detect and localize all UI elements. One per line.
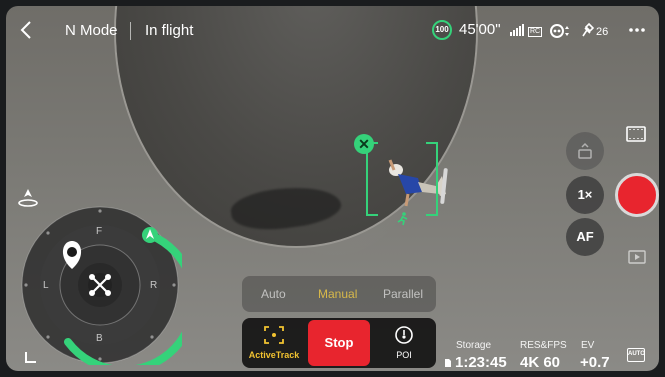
resfps-label: RES&FPS [520,340,567,351]
camera-auto-icon[interactable]: AUTO [627,348,645,362]
top-status-bar: N Mode In flight 100 45'00" RC 26 [0,6,665,56]
focus-bracket-icon [264,326,284,344]
film-icon[interactable] [626,126,646,142]
gimbal-button[interactable] [566,132,604,170]
compass-front-label: F [96,226,103,237]
action-bar: ActiveTrack Stop POI [242,318,436,368]
mode-parallel[interactable]: Parallel [383,287,423,301]
rc-label: RC [528,27,543,37]
poi-button[interactable]: POI [372,318,436,368]
battery-indicator[interactable]: 100 [432,20,452,40]
back-icon[interactable] [20,20,32,40]
ev-value[interactable]: +0.7 [580,354,610,371]
activetrack-box[interactable] [366,142,438,216]
activetrack-button[interactable]: ActiveTrack [242,318,306,368]
takeoff-icon[interactable] [17,185,39,207]
stop-button[interactable]: Stop [308,320,370,366]
storage-label: Storage [456,340,492,351]
corner-icon[interactable] [24,350,38,364]
record-button[interactable] [615,173,659,217]
gimbal-icon [578,142,592,159]
satellite-icon [582,22,595,37]
track-mode-selector: Auto Manual Parallel [242,276,436,312]
flight-status-label: In flight [145,22,194,39]
drone-icon [88,273,112,297]
mode-manual[interactable]: Manual [318,287,357,301]
runner-icon [397,212,408,226]
compass-right-label: R [150,280,158,291]
activetrack-label: ActiveTrack [248,350,300,360]
mode-auto[interactable]: Auto [261,287,286,301]
storage-value: 1:23:45 [455,354,507,371]
poi-icon [395,326,413,344]
divider [130,22,131,40]
zoom-button[interactable]: 1× [566,176,604,214]
resfps-value[interactable]: 4K 60 [520,354,560,371]
sd-card-icon [445,359,451,367]
satellite-count: 26 [596,26,609,38]
vision-icon[interactable] [549,23,573,39]
flight-mode-label[interactable]: N Mode [65,22,118,39]
more-icon[interactable] [629,28,645,32]
play-icon[interactable] [628,250,646,264]
flight-time: 45'00" [459,21,501,38]
camera-auto-label: AUTO [628,351,645,357]
poi-label: POI [396,350,412,360]
track-close-button[interactable]: ✕ [354,134,374,154]
focus-button[interactable]: AF [566,218,604,256]
compass-left-label: L [43,280,49,291]
ev-label: EV [581,340,595,351]
compass-back-label: B [96,333,103,344]
signal-icon [510,24,524,36]
